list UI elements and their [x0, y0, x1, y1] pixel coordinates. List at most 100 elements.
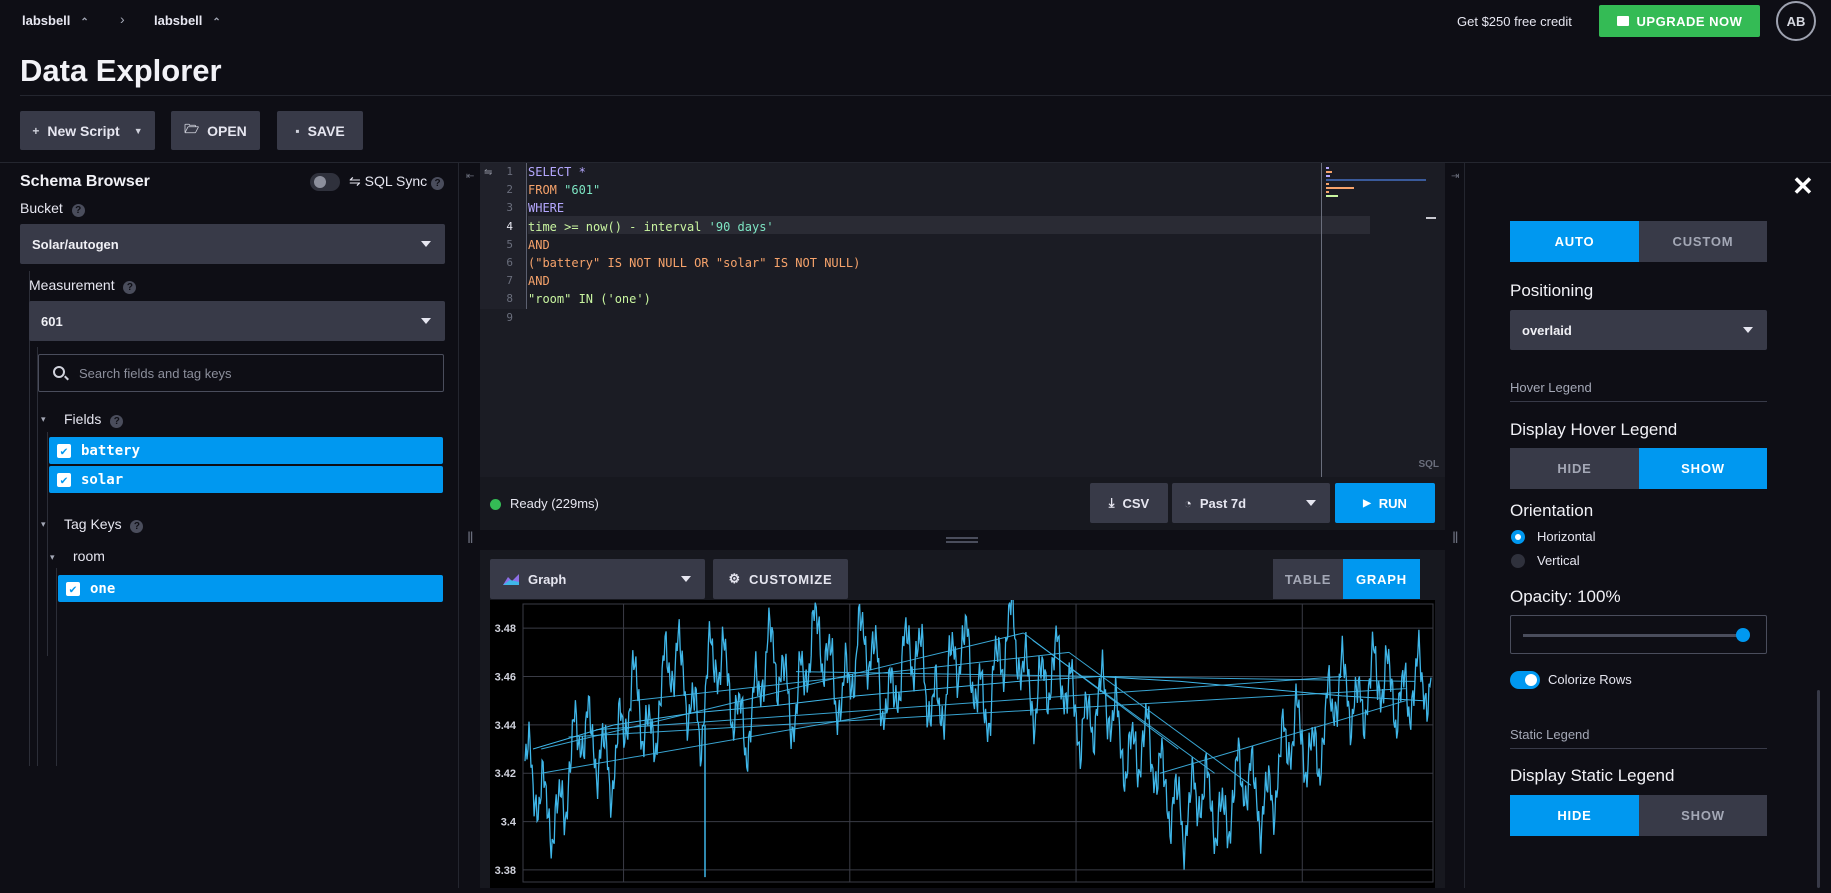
tag-keys-label-text: Tag Keys: [64, 516, 122, 532]
panel-scrollbar[interactable]: [1817, 690, 1820, 888]
code-token: "room" IN ('one'): [528, 292, 651, 307]
static-legend-section: Static Legend: [1510, 727, 1590, 742]
static-legend-hide-button[interactable]: HIDE: [1510, 795, 1639, 836]
horizontal-label[interactable]: Horizontal: [1537, 529, 1596, 544]
opacity-slider[interactable]: [1510, 615, 1767, 654]
help-icon[interactable]: ?: [431, 177, 445, 190]
upgrade-button[interactable]: UPGRADE NOW: [1599, 5, 1760, 37]
visualization-panel: Graph ⚙ CUSTOMIZE TABLE GRAPH 3.48 3.46 3.…: [480, 550, 1445, 888]
caret-down-icon: [1306, 500, 1316, 506]
query-editor[interactable]: ⇋ 123456789 SELECT * FROM "601" WHERE time …: [480, 163, 1445, 477]
download-icon: ⤓: [1108, 495, 1115, 510]
tree-line: [56, 568, 57, 766]
section-rule: [1510, 748, 1767, 749]
help-icon[interactable]: ?: [71, 204, 85, 217]
drag-handle-icon[interactable]: ‖: [467, 530, 474, 548]
help-icon[interactable]: ?: [123, 281, 137, 294]
positioning-select[interactable]: overlaid: [1510, 310, 1767, 350]
code-line[interactable]: WHERE: [528, 201, 564, 215]
code-token: AND: [528, 237, 550, 252]
auto-button[interactable]: AUTO: [1510, 221, 1639, 262]
line-number: 3: [506, 201, 513, 215]
radio-vertical[interactable]: [1511, 554, 1525, 568]
caret-down-icon[interactable]: ▾: [41, 414, 46, 425]
sql-sync-toggle[interactable]: [310, 173, 340, 191]
gear-icon: ⚙: [728, 571, 741, 586]
drag-handle-icon[interactable]: ‖: [1452, 530, 1459, 548]
measurement-label-text: Measurement: [29, 277, 115, 293]
line-chart[interactable]: 3.48 3.46 3.44 3.42 3.4 3.38: [490, 588, 1435, 888]
bucket-switcher[interactable]: labsbell ⌃: [154, 13, 221, 28]
panel-divider[interactable]: [458, 163, 459, 888]
help-icon[interactable]: ?: [130, 520, 144, 533]
line-number: 7: [506, 274, 513, 288]
series-connector: [595, 676, 1343, 731]
minimap[interactable]: [1326, 167, 1438, 227]
play-icon: ▶: [1363, 497, 1371, 509]
code-line[interactable]: AND: [528, 274, 550, 288]
measurement-label: Measurement ?: [29, 277, 137, 294]
measurement-select[interactable]: 601: [29, 301, 445, 341]
series-connector: [541, 632, 1024, 750]
new-script-button[interactable]: + New Script ▼: [20, 111, 155, 150]
collapse-right-icon[interactable]: ⇥: [1451, 171, 1459, 182]
time-range-select[interactable]: ◔ Past 7d: [1172, 483, 1330, 523]
csv-download-button[interactable]: ⤓ CSV: [1090, 483, 1168, 523]
static-legend-show-button[interactable]: SHOW: [1639, 795, 1767, 836]
graph-plot[interactable]: 3.48 3.46 3.44 3.42 3.4 3.38: [490, 588, 1435, 888]
radio-horizontal[interactable]: [1511, 530, 1525, 544]
caret-down-icon[interactable]: ▾: [41, 519, 46, 530]
field-name: battery: [81, 442, 141, 459]
code-line[interactable]: FROM "601": [528, 183, 600, 197]
bucket-select-value: Solar/autogen: [32, 236, 119, 252]
tab-graph[interactable]: GRAPH: [1343, 559, 1420, 599]
close-icon[interactable]: ✕: [1792, 171, 1814, 202]
code-line[interactable]: AND: [528, 238, 550, 252]
tree-line: [29, 271, 30, 766]
caret-down-icon: [421, 318, 431, 324]
hover-legend-hide-button[interactable]: HIDE: [1510, 448, 1639, 489]
colorize-rows-toggle[interactable]: [1510, 671, 1540, 689]
viz-type-select[interactable]: Graph: [490, 559, 705, 599]
collapse-left-icon[interactable]: ⇤: [466, 171, 474, 182]
field-item-battery[interactable]: ✔ battery: [49, 437, 443, 464]
code-line[interactable]: "room" IN ('one'): [528, 292, 651, 306]
plus-icon: +: [32, 123, 40, 138]
hover-legend-show-button[interactable]: SHOW: [1639, 448, 1767, 489]
customize-label: CUSTOMIZE: [748, 571, 833, 587]
custom-button[interactable]: CUSTOM: [1639, 221, 1767, 262]
code-line[interactable]: time >= now() - interval '90 days': [528, 220, 774, 234]
tag-keys-label: Tag Keys ?: [64, 516, 144, 533]
tag-value-one[interactable]: ✔ one: [58, 575, 443, 602]
line-number: 8: [506, 292, 513, 306]
help-icon[interactable]: ?: [110, 415, 124, 428]
caret-down-icon[interactable]: ▾: [50, 552, 55, 563]
updown-icon: ⌃: [212, 17, 221, 28]
code-token: FROM: [528, 183, 565, 198]
checkbox-checked-icon: ✔: [57, 472, 71, 487]
open-button[interactable]: 🗁 OPEN: [171, 111, 260, 150]
tab-table[interactable]: TABLE: [1273, 559, 1343, 599]
customize-button[interactable]: ⚙ CUSTOMIZE: [713, 559, 848, 599]
code-line[interactable]: SELECT *: [528, 165, 586, 179]
field-item-solar[interactable]: ✔ solar: [49, 466, 443, 493]
line-number: 4: [506, 219, 513, 233]
save-button[interactable]: ▪ SAVE: [277, 111, 363, 150]
display-hover-legend-label: Display Hover Legend: [1510, 420, 1678, 439]
schema-browser-title: Schema Browser: [20, 173, 150, 190]
tag-key-room[interactable]: room: [73, 548, 105, 564]
fields-label-text: Fields: [64, 411, 102, 427]
code-line[interactable]: ("battery" IS NOT NULL OR "solar" IS NOT…: [528, 256, 860, 270]
hover-legend-section: Hover Legend: [1510, 380, 1592, 395]
vertical-label[interactable]: Vertical: [1537, 553, 1580, 568]
bucket-select[interactable]: Solar/autogen: [20, 224, 445, 264]
slider-handle[interactable]: [1736, 628, 1750, 642]
run-button[interactable]: ▶ RUN: [1335, 483, 1435, 523]
search-input[interactable]: Search fields and tag keys: [38, 354, 444, 392]
org-name: labsbell: [22, 13, 71, 28]
crown-icon: [1616, 16, 1629, 26]
avatar[interactable]: AB: [1776, 1, 1816, 41]
resize-handle[interactable]: [946, 537, 978, 539]
org-switcher[interactable]: labsbell ⌃: [22, 13, 89, 28]
save-label: SAVE: [307, 122, 345, 139]
